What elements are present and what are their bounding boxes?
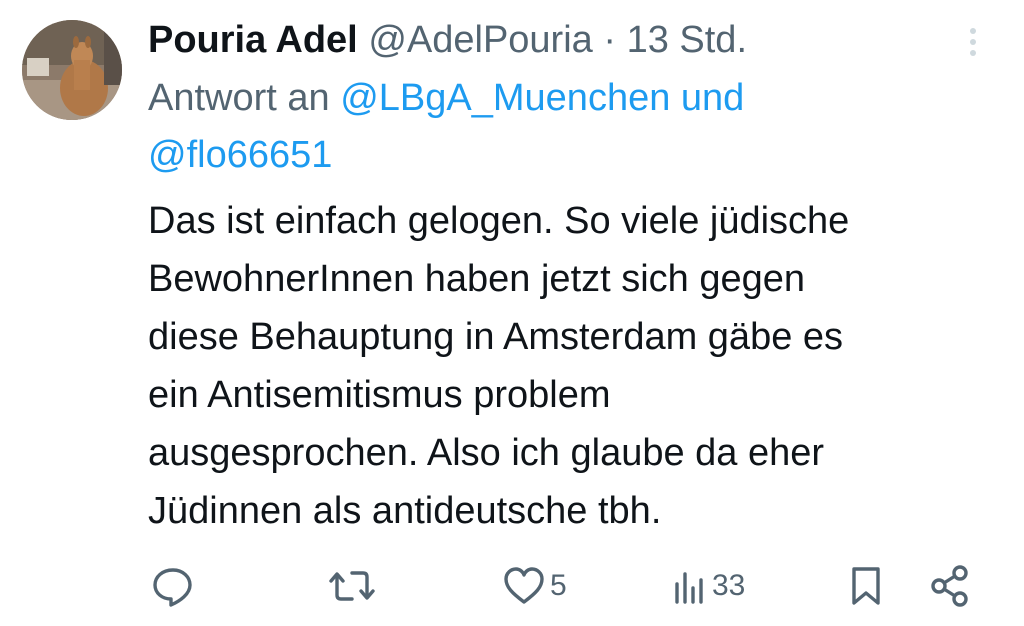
comment-bubble-icon	[153, 568, 192, 607]
retweet-icon	[329, 571, 375, 601]
share-icon	[931, 565, 968, 607]
bookmark-icon	[852, 567, 880, 605]
share-button[interactable]	[928, 558, 972, 614]
reply-button[interactable]	[150, 558, 200, 614]
mention-link[interactable]: @LBgA_Muenchen und	[340, 77, 744, 119]
author-display-name[interactable]: Pouria Adel	[148, 19, 358, 61]
like-count: 5	[550, 569, 567, 602]
tweet-header: Pouria Adel @AdelPouria · 13 Std.	[148, 14, 968, 66]
bar-chart-icon	[675, 572, 703, 604]
avatar[interactable]	[22, 20, 122, 120]
author-handle[interactable]: @AdelPouria	[368, 19, 592, 61]
like-button[interactable]: 5	[502, 558, 567, 614]
tweet[interactable]: Pouria Adel @AdelPouria · 13 Std. Antwor…	[0, 0, 1024, 626]
tweet-text-line: ausgesprochen. Also ich glaube da eher	[148, 432, 825, 474]
reply-context: Antwort an @LBgA_Muenchen und @flo66651	[148, 70, 908, 184]
tweet-text-line: BewohnerInnen haben jetzt sich gegen	[148, 258, 806, 300]
bookmark-button[interactable]	[848, 558, 884, 614]
views-count: 33	[712, 569, 746, 602]
tweet-timestamp[interactable]: 13 Std.	[627, 19, 747, 61]
mention-link[interactable]: @flo66651	[148, 134, 332, 176]
views-button[interactable]: 33	[672, 558, 745, 614]
more-options-button[interactable]	[958, 22, 988, 62]
tweet-text-line: ein Antisemitismus problem	[148, 374, 611, 416]
tweet-text-line: Jüdinnen als antideutsche tbh.	[148, 490, 662, 532]
tweet-text: Das ist einfach gelogen. So viele jüdisc…	[148, 192, 998, 540]
reply-prefix: Antwort an	[148, 77, 330, 119]
tweet-text-line: Das ist einfach gelogen. So viele jüdisc…	[148, 200, 850, 242]
more-vertical-icon	[970, 28, 976, 56]
retweet-button[interactable]	[328, 558, 380, 614]
tweet-text-line: diese Behauptung in Amsterdam gäbe es	[148, 316, 844, 358]
heart-icon	[504, 567, 544, 604]
tweet-actions: 5 33	[0, 558, 1024, 614]
meta-separator: ·	[603, 19, 617, 61]
avatar-image	[22, 20, 122, 120]
